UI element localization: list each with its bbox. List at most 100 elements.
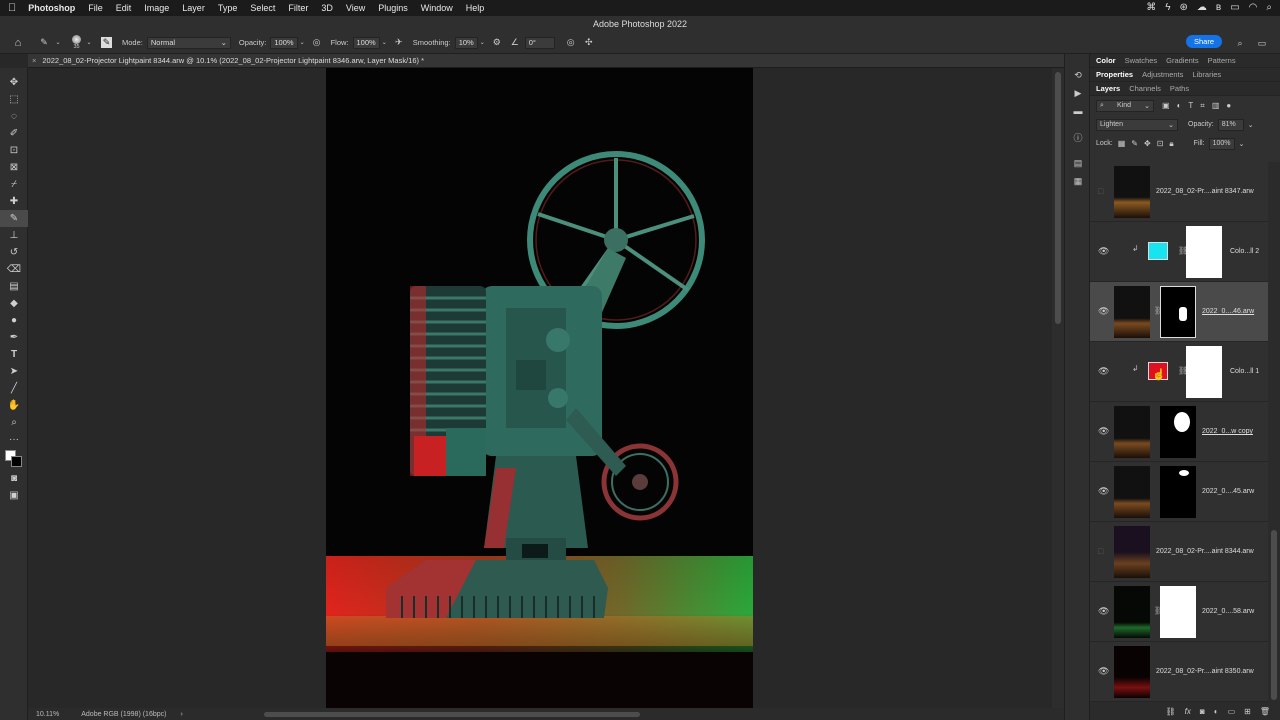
menu-edit[interactable]: Edit xyxy=(116,3,132,13)
close-icon[interactable]: × xyxy=(32,56,36,65)
layer-row[interactable]: □ 2022_08_02-Pr....aint 8347.arw xyxy=(1090,162,1268,222)
menu-filter[interactable]: Filter xyxy=(288,3,308,13)
color-fill-swatch[interactable] xyxy=(1148,242,1168,260)
tab-layers[interactable]: Layers xyxy=(1096,84,1120,93)
layer-name[interactable]: 2022_0....58.arw xyxy=(1202,608,1254,615)
layer-row[interactable]: 👁︎ ↲ ⛓ Colo...ll 2 xyxy=(1090,222,1268,282)
layers-scrollbar[interactable] xyxy=(1268,162,1280,702)
layer-mask-thumbnail[interactable] xyxy=(1160,286,1196,338)
layer-row[interactable]: 👁︎ ⛓ 2022_0....46.arw xyxy=(1090,282,1268,342)
lifebuoy-icon[interactable]: ⊛ xyxy=(1180,2,1188,13)
search-icon[interactable]: ⌕ xyxy=(1266,2,1272,13)
lock-paint-icon[interactable]: ✎ xyxy=(1131,139,1138,149)
new-group-icon[interactable]: ▭ xyxy=(1228,707,1236,716)
hand-tool-icon[interactable]: ✋ xyxy=(0,397,28,414)
menu-select[interactable]: Select xyxy=(250,3,275,13)
quick-mask-icon[interactable]: ◙ xyxy=(0,470,28,487)
history-icon[interactable]: ⟲ xyxy=(1065,66,1091,84)
tab-patterns[interactable]: Patterns xyxy=(1208,56,1236,65)
link-layers-icon[interactable]: ⛓ xyxy=(1166,707,1176,716)
chevron-down-icon[interactable]: ⌄ xyxy=(382,39,387,46)
chevron-down-icon[interactable]: ⌄ xyxy=(1248,121,1254,129)
chevron-down-icon[interactable]: ⌄ xyxy=(83,37,95,49)
layer-name[interactable]: 2022_0....45.arw xyxy=(1202,488,1254,495)
layer-row[interactable]: □ 2022_08_02-Pr....aint 8344.arw xyxy=(1090,522,1268,582)
symmetry-icon[interactable]: ✣ xyxy=(583,37,595,49)
opacity-field[interactable]: 100% xyxy=(270,36,298,49)
screen-mode-icon[interactable]: ▣ xyxy=(0,487,28,504)
smart-object-filter-icon[interactable]: ▥ xyxy=(1212,101,1220,111)
visibility-toggle[interactable]: □ xyxy=(1098,186,1103,196)
bluetooth-icon[interactable]: ʙ xyxy=(1216,2,1221,13)
move-tool-icon[interactable]: ✥ xyxy=(0,74,28,91)
visibility-toggle[interactable]: □ xyxy=(1098,546,1103,556)
battery-icon[interactable]: ▭ xyxy=(1230,2,1239,13)
apple-icon[interactable]:  xyxy=(8,2,16,14)
fx-icon[interactable]: fx xyxy=(1185,707,1191,716)
home-icon[interactable]: ⌂ xyxy=(12,37,24,49)
zoom-level[interactable]: 10.11% xyxy=(36,711,59,718)
tab-color[interactable]: Color xyxy=(1096,56,1116,65)
menu-3d[interactable]: 3D xyxy=(321,3,333,13)
crop-tool-icon[interactable]: ⊡ xyxy=(0,142,28,159)
angle-field[interactable]: 0° xyxy=(524,36,555,49)
layer-mask-thumbnail[interactable] xyxy=(1186,346,1222,398)
type-filter-icon[interactable]: T xyxy=(1188,101,1193,111)
fill-field[interactable]: 100% xyxy=(1208,137,1235,150)
layer-name[interactable]: Colo...ll 2 xyxy=(1230,248,1259,255)
stamp-tool-icon[interactable]: ⊥ xyxy=(0,227,28,244)
shape-filter-icon[interactable]: ⌗ xyxy=(1200,101,1205,111)
scroll-thumb[interactable] xyxy=(1271,530,1277,700)
pressure-size-icon[interactable]: ◎ xyxy=(565,37,577,49)
actions-play-icon[interactable]: ▶ xyxy=(1065,84,1091,102)
lasso-tool-icon[interactable]: ◌ xyxy=(0,108,28,125)
marquee-tool-icon[interactable]: ⬚ xyxy=(0,91,28,108)
color-profile[interactable]: Adobe RGB (1998) (16bpc) xyxy=(81,711,166,718)
gear-icon[interactable]: ⚙ xyxy=(491,37,503,49)
pen-tool-icon[interactable]: ✒ xyxy=(0,329,28,346)
cmd-icon[interactable]: ⌘ xyxy=(1146,2,1156,13)
mode-select[interactable]: Normal ⌄ xyxy=(146,36,231,49)
adjustment-filter-icon[interactable]: ◐ xyxy=(1177,101,1182,111)
tab-adjustments[interactable]: Adjustments xyxy=(1142,70,1183,79)
more-tools-icon[interactable]: ··· xyxy=(0,431,28,448)
flow-field[interactable]: 100% xyxy=(352,36,380,49)
blend-mode-select[interactable]: Lighten ⌄ xyxy=(1096,118,1178,131)
tab-gradients[interactable]: Gradients xyxy=(1166,56,1199,65)
info-icon[interactable]: ⓘ xyxy=(1065,128,1091,146)
document-tab[interactable]: × 2022_08_02-Projector Lightpaint 8344.a… xyxy=(28,54,1092,68)
chevron-right-icon[interactable]: › xyxy=(180,711,182,718)
menu-view[interactable]: View xyxy=(346,3,365,13)
eye-icon[interactable]: 👁︎ xyxy=(1098,426,1109,437)
lock-position-icon[interactable]: ✥ xyxy=(1144,139,1151,149)
type-tool-icon[interactable]: T xyxy=(0,346,28,363)
eye-icon[interactable]: 👁︎ xyxy=(1098,486,1109,497)
lock-artboard-icon[interactable]: ⊡ xyxy=(1157,139,1164,149)
lock-pixels-icon[interactable]: ▦ xyxy=(1118,139,1126,149)
eye-icon[interactable]: 👁︎ xyxy=(1098,366,1109,377)
layer-name[interactable]: 2022_08_02-Pr....aint 8347.arw xyxy=(1156,188,1254,195)
image-filter-icon[interactable]: ▣ xyxy=(1162,101,1170,111)
layer-opacity-field[interactable]: 81% xyxy=(1217,118,1244,131)
tab-libraries[interactable]: Libraries xyxy=(1192,70,1221,79)
layer-name[interactable]: 2022_0....46.arw xyxy=(1202,308,1254,315)
tab-channels[interactable]: Channels xyxy=(1129,84,1161,93)
gradient-tool-icon[interactable]: ▤ xyxy=(0,278,28,295)
tab-properties[interactable]: Properties xyxy=(1096,70,1133,79)
eye-icon[interactable]: 👁︎ xyxy=(1098,606,1109,617)
menu-plugins[interactable]: Plugins xyxy=(378,3,408,13)
menu-window[interactable]: Window xyxy=(421,3,453,13)
layer-name[interactable]: Colo...ll 1 xyxy=(1230,368,1259,375)
menu-type[interactable]: Type xyxy=(218,3,238,13)
layer-mask-thumbnail[interactable] xyxy=(1160,466,1196,518)
chevron-down-icon[interactable]: ⌄ xyxy=(480,39,485,46)
angle-icon[interactable]: ∠ xyxy=(509,37,521,49)
color-swatches[interactable] xyxy=(0,448,28,470)
canvas-vertical-scrollbar[interactable] xyxy=(1052,68,1064,708)
tab-swatches[interactable]: Swatches xyxy=(1125,56,1158,65)
layer-row[interactable]: 👁︎ ⛓ 2022_0....58.arw xyxy=(1090,582,1268,642)
menu-file[interactable]: File xyxy=(88,3,103,13)
eye-icon[interactable]: 👁︎ xyxy=(1098,666,1109,677)
eyedropper-tool-icon[interactable]: ⌿ xyxy=(0,176,28,193)
layer-row[interactable]: 👁︎ ↲ ☝ ⛓ Colo...ll 1 xyxy=(1090,342,1268,402)
